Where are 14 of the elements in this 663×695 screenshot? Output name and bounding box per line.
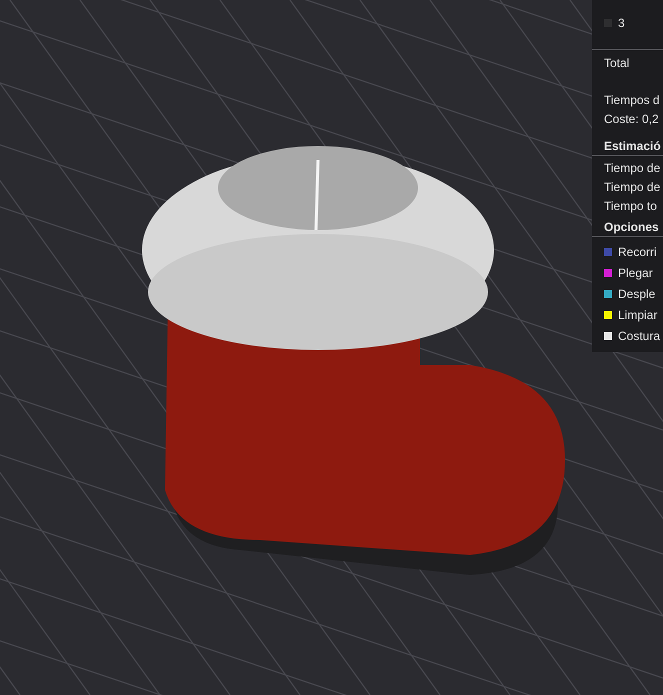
filament-label: 3 [618,16,625,30]
summary-text: Coste: 0,2 [604,112,659,126]
time-label: Tiempo de [604,160,660,174]
legend-label: Limpiar [618,308,658,322]
time-label: Tiempo de [604,180,660,194]
legend-label: Recorri [618,244,657,258]
legend-label: Costura [618,328,660,342]
time-label: Tiempo to [604,198,657,212]
summary-text: Tiempos d [604,92,660,106]
section-title: Estimació [604,138,661,152]
total-label: Total [604,56,630,70]
legend-label: Desple [618,286,656,300]
legend-label: Plegar [618,266,653,280]
section-title: Opciones [604,220,659,234]
